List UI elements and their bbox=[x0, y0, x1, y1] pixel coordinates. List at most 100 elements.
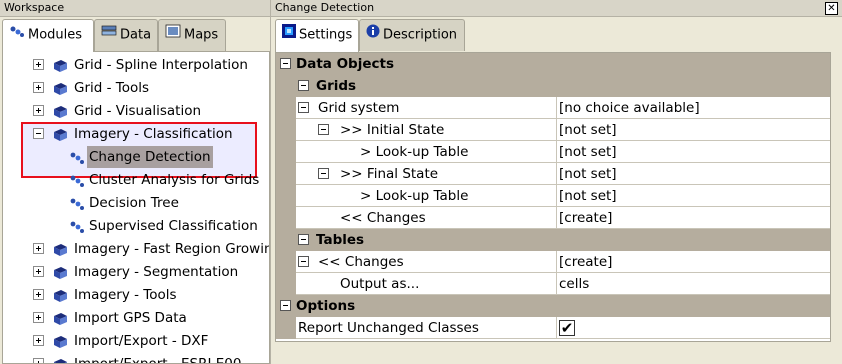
grid-gutter bbox=[276, 207, 296, 229]
expand-icon[interactable] bbox=[33, 105, 44, 116]
tab-data-label: Data bbox=[120, 27, 152, 43]
collapse-icon[interactable] bbox=[280, 300, 291, 311]
expand-icon[interactable] bbox=[33, 59, 44, 70]
collapse-icon[interactable] bbox=[318, 124, 329, 135]
collapse-icon[interactable] bbox=[298, 234, 309, 245]
expand-icon[interactable] bbox=[33, 312, 44, 323]
property-grid: Data Objects Grids Grid system [no choic… bbox=[275, 52, 831, 342]
property-name-cell: > Look-up Table bbox=[296, 141, 556, 163]
tree-item-label: Supervised Classification bbox=[89, 218, 258, 234]
tree-item-grid-visualisation[interactable]: Grid - Visualisation bbox=[3, 100, 269, 122]
property-value[interactable]: [create] bbox=[556, 207, 830, 229]
library-icon bbox=[53, 357, 68, 363]
tree-item-imagery-fast-region[interactable]: Imagery - Fast Region Growing bbox=[3, 238, 269, 260]
library-icon bbox=[53, 58, 68, 72]
category-data-objects[interactable]: Data Objects bbox=[276, 53, 830, 75]
property-value[interactable]: cells bbox=[556, 273, 830, 295]
tree-item-change-detection[interactable]: Change Detection bbox=[3, 146, 269, 168]
tree-item-grid-tools[interactable]: Grid - Tools bbox=[3, 77, 269, 99]
property-lookup-final[interactable]: > Look-up Table [not set] bbox=[276, 185, 830, 207]
collapse-icon[interactable] bbox=[298, 102, 309, 113]
grid-gutter bbox=[276, 141, 296, 163]
tree-item-decision-tree[interactable]: Decision Tree bbox=[3, 192, 269, 214]
property-name-cell: > Look-up Table bbox=[296, 185, 556, 207]
library-icon bbox=[53, 265, 68, 279]
property-label: Grid system bbox=[318, 100, 400, 116]
collapse-icon[interactable] bbox=[298, 256, 309, 267]
property-label: >> Final State bbox=[340, 166, 439, 182]
expand-icon[interactable] bbox=[33, 289, 44, 300]
grid-gutter bbox=[276, 97, 296, 119]
expand-icon[interactable] bbox=[33, 82, 44, 93]
property-label: >> Initial State bbox=[340, 122, 445, 138]
tree-item-imagery-classification[interactable]: Imagery - Classification bbox=[3, 123, 269, 145]
tree-item-imagery-tools[interactable]: Imagery - Tools bbox=[3, 284, 269, 306]
close-icon[interactable]: ✕ bbox=[825, 2, 838, 15]
grid-gutter bbox=[276, 317, 296, 339]
library-icon bbox=[53, 334, 68, 348]
property-output-as[interactable]: Output as... cells bbox=[276, 273, 830, 295]
tab-description[interactable]: Description bbox=[359, 19, 465, 51]
expand-icon[interactable] bbox=[33, 243, 44, 254]
tree-item-label: Imagery - Classification bbox=[74, 126, 233, 142]
property-label: Output as... bbox=[340, 276, 420, 292]
tree-item-grid-spline[interactable]: Grid - Spline Interpolation bbox=[3, 54, 269, 76]
settings-icon bbox=[282, 20, 296, 50]
workspace-title: Workspace bbox=[0, 0, 270, 17]
expand-icon[interactable] bbox=[33, 358, 44, 363]
property-value[interactable]: [not set] bbox=[556, 163, 830, 185]
tab-description-label: Description bbox=[383, 27, 458, 43]
property-changes-grid[interactable]: << Changes [create] bbox=[276, 207, 830, 229]
property-label: Report Unchanged Classes bbox=[298, 320, 479, 336]
property-report-unchanged[interactable]: Report Unchanged Classes ✔ bbox=[276, 317, 830, 339]
tree-item-import-gps[interactable]: Import GPS Data bbox=[3, 307, 269, 329]
property-name-cell: << Changes bbox=[296, 207, 556, 229]
collapse-icon[interactable] bbox=[318, 168, 329, 179]
grid-gutter bbox=[276, 251, 296, 273]
property-value[interactable]: [not set] bbox=[556, 185, 830, 207]
report-unchanged-checkbox[interactable]: ✔ bbox=[559, 320, 575, 336]
expand-icon[interactable] bbox=[33, 266, 44, 277]
property-value[interactable]: [create] bbox=[556, 251, 830, 273]
property-value-cell: ✔ bbox=[556, 317, 830, 339]
library-icon bbox=[53, 242, 68, 256]
tab-data[interactable]: Data bbox=[94, 19, 158, 51]
tab-settings[interactable]: Settings bbox=[275, 19, 359, 52]
expand-icon[interactable] bbox=[33, 335, 44, 346]
property-value[interactable]: [not set] bbox=[556, 119, 830, 141]
property-initial-state[interactable]: >> Initial State [not set] bbox=[276, 119, 830, 141]
tree-item-imagery-segmentation[interactable]: Imagery - Segmentation bbox=[3, 261, 269, 283]
tree-item-label: Imagery - Tools bbox=[74, 287, 177, 303]
tab-maps[interactable]: Maps bbox=[158, 19, 226, 51]
property-value[interactable]: [no choice available] bbox=[556, 97, 830, 119]
collapse-icon[interactable] bbox=[33, 128, 44, 139]
category-grids[interactable]: Grids bbox=[276, 75, 830, 97]
collapse-icon[interactable] bbox=[298, 80, 309, 91]
tree-item-supervised-classification[interactable]: Supervised Classification bbox=[3, 215, 269, 237]
tab-settings-label: Settings bbox=[299, 27, 353, 43]
panel-title: Change Detection bbox=[271, 0, 842, 17]
property-value[interactable]: [not set] bbox=[556, 141, 830, 163]
category-tables[interactable]: Tables bbox=[276, 229, 830, 251]
tree-item-import-esri[interactable]: Import/Export - ESRI E00 bbox=[3, 353, 269, 363]
collapse-icon[interactable] bbox=[280, 58, 291, 69]
category-options[interactable]: Options bbox=[276, 295, 830, 317]
category-label: Options bbox=[296, 298, 356, 314]
property-final-state[interactable]: >> Final State [not set] bbox=[276, 163, 830, 185]
property-name-cell: >> Final State bbox=[296, 163, 556, 185]
tab-modules[interactable]: Modules bbox=[2, 19, 94, 52]
tree-item-import-dxf[interactable]: Import/Export - DXF bbox=[3, 330, 269, 352]
property-lookup-initial[interactable]: > Look-up Table [not set] bbox=[276, 141, 830, 163]
property-name-cell: Report Unchanged Classes bbox=[296, 317, 556, 339]
tree-item-label: Import/Export - DXF bbox=[74, 333, 209, 349]
tab-modules-label: Modules bbox=[28, 27, 83, 43]
library-icon bbox=[53, 127, 68, 141]
property-grid-system[interactable]: Grid system [no choice available] bbox=[276, 97, 830, 119]
tree-item-cluster-analysis[interactable]: Cluster Analysis for Grids bbox=[3, 169, 269, 191]
tree-item-label: Change Detection bbox=[87, 146, 213, 168]
maps-icon bbox=[165, 20, 181, 50]
tree-item-label: Imagery - Segmentation bbox=[74, 264, 239, 280]
info-icon bbox=[366, 20, 380, 50]
property-changes-table[interactable]: << Changes [create] bbox=[276, 251, 830, 273]
grid-gutter bbox=[276, 229, 296, 251]
